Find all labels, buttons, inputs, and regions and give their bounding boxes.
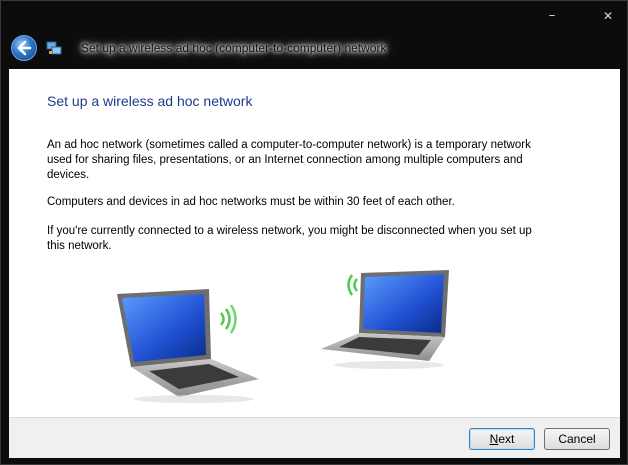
laptop-wireless-icon — [117, 289, 259, 403]
next-button[interactable]: Next — [469, 428, 535, 450]
cancel-button[interactable]: Cancel — [544, 428, 610, 450]
button-bar: Next Cancel — [9, 417, 620, 458]
disconnect-warning: If you're currently connected to a wirel… — [47, 225, 532, 252]
page-heading: Set up a wireless ad hoc network — [47, 93, 253, 109]
network-wizard-icon — [46, 41, 62, 55]
next-label: ext — [498, 432, 515, 446]
distance-note: Computers and devices in ad hoc networks… — [47, 196, 455, 208]
title-bar: – ✕ Set up a wireless ad hoc (computer-t… — [1, 1, 627, 69]
window-title: Set up a wireless ad hoc (computer-to-co… — [81, 41, 387, 55]
minimize-button[interactable]: – — [541, 8, 563, 24]
close-button[interactable]: ✕ — [597, 8, 619, 24]
back-button[interactable] — [11, 35, 37, 61]
back-arrow-icon — [17, 40, 32, 56]
description-paragraph: An ad hoc network (sometimes called a co… — [47, 139, 531, 181]
content-pane: Set up a wireless ad hoc network An ad h… — [9, 69, 620, 417]
wizard-window: – ✕ Set up a wireless ad hoc (computer-t… — [0, 0, 628, 465]
laptop-wireless-icon — [321, 270, 449, 369]
